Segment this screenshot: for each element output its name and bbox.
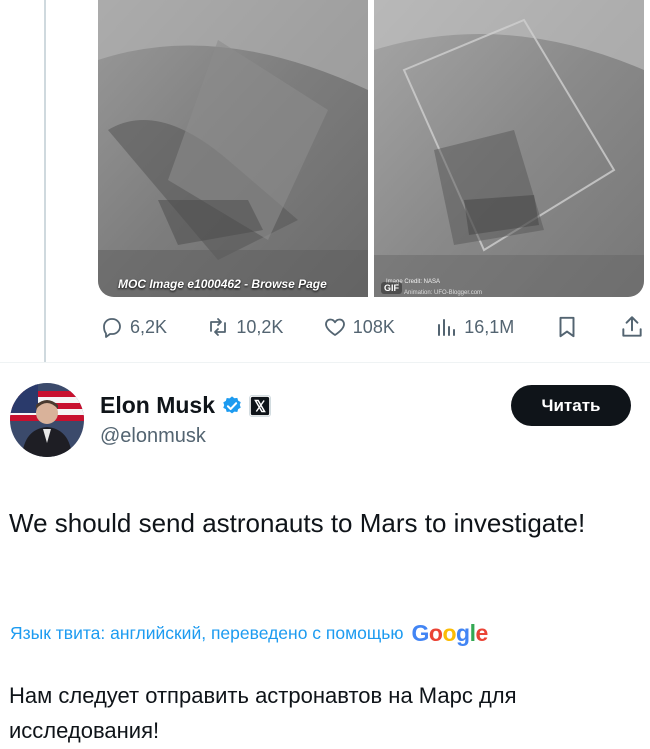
avatar-photo-icon [10,383,84,457]
reply-icon [103,318,121,338]
tweet-text: We should send astronauts to Mars to inv… [9,508,586,538]
translation-label: Язык твита: английский, переведено с пом… [10,623,404,643]
thread-connector-line [44,0,46,362]
reply-button[interactable]: 6,2K [100,315,167,339]
author-handle[interactable]: @elonmusk [100,425,206,448]
views-button[interactable]: 16,1M [434,315,514,339]
mars-surface-gif [374,0,644,297]
animation-source: Animation: UFO-Blogger.com [404,290,483,296]
reply-count: 6,2K [130,316,168,337]
media-image-left[interactable]: MOC Image e1000462 - Browse Page [98,0,368,297]
author-name[interactable]: Elon Musk [100,392,215,419]
tweet-media-grid[interactable]: MOC Image e1000462 - Browse Page Image C… [98,0,644,297]
heart-icon [324,318,345,336]
x-affiliation-icon [249,394,272,417]
translated-text: Нам следует отправить астронавтов на Мар… [9,683,517,743]
verified-badge-icon [223,395,241,413]
views-chart-icon [438,319,456,336]
google-logo: Google [411,620,489,646]
translation-notice[interactable]: Язык твита: английский, переведено с пом… [10,620,488,647]
media-image-right[interactable]: Image Credit: NASA GIF Animation: UFO-Bl… [374,0,644,297]
avatar[interactable] [10,383,84,457]
gif-badge[interactable]: GIF [381,282,402,294]
bookmark-icon [559,316,575,338]
like-count: 108K [352,316,395,337]
share-button[interactable] [619,314,645,340]
mars-surface-image [98,0,368,297]
media-caption: MOC Image e1000462 - Browse Page [118,277,327,291]
like-button[interactable]: 108K [323,315,395,339]
retweet-count: 10,2K [236,316,284,337]
tweet-divider [0,362,650,363]
views-count: 16,1M [464,316,515,337]
author-name-row[interactable]: Elon Musk [100,392,272,419]
follow-button[interactable]: Читать [511,385,631,426]
share-icon [622,316,642,337]
retweet-button[interactable]: 10,2K [206,315,283,339]
retweet-icon [210,318,227,336]
bookmark-button[interactable] [554,314,580,340]
tweet-action-bar: 6,2K 10,2K 108K 16,1M [100,310,645,344]
